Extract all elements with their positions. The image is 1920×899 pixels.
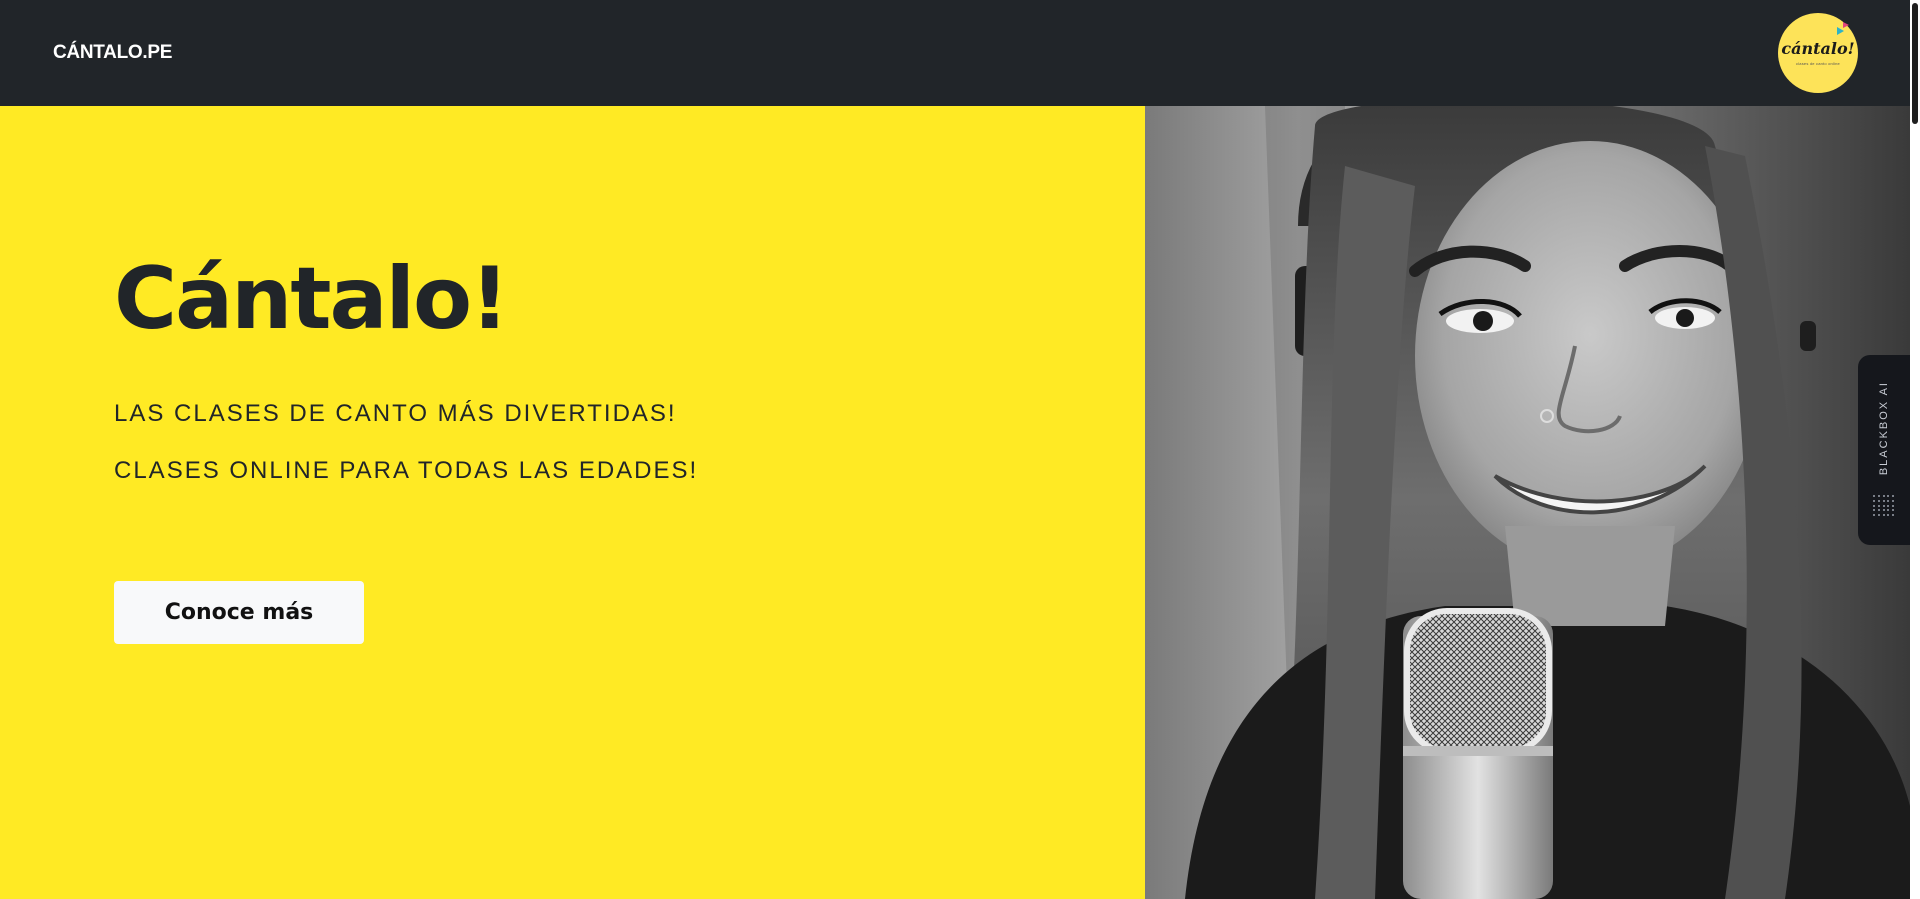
hero-title: Cántalo! [114, 249, 509, 349]
hero-section: Cántalo! LAS CLASES DE CANTO MÁS DIVERTI… [0, 106, 1145, 899]
blackbox-ai-tab[interactable]: BLACKBOX AI [1858, 355, 1910, 545]
singer-with-microphone-photo [1145, 106, 1910, 899]
singer-photo [1145, 106, 1910, 899]
conoce-mas-button[interactable]: Conoce más [114, 581, 364, 644]
logo-text: cántalo! [1781, 38, 1855, 58]
hero-tagline-1: LAS CLASES DE CANTO MÁS DIVERTIDAS! [114, 400, 677, 427]
hero-tagline-2: CLASES ONLINE PARA TODAS LAS EDADES! [114, 457, 699, 484]
top-navbar: CÁNTALO.PE cántalo! clases de canto onli… [0, 0, 1910, 106]
blackbox-ai-label: BLACKBOX AI [1878, 381, 1890, 476]
page-scrollbar[interactable] [1910, 0, 1920, 899]
logo-flag-icon [1837, 27, 1844, 35]
brand-link[interactable]: CÁNTALO.PE [53, 42, 172, 64]
scrollbar-thumb[interactable] [1912, 3, 1918, 124]
cantalo-logo[interactable]: cántalo! clases de canto online [1778, 13, 1858, 93]
blackbox-dots-icon [1873, 495, 1895, 517]
logo-subtitle: clases de canto online [1796, 60, 1840, 66]
